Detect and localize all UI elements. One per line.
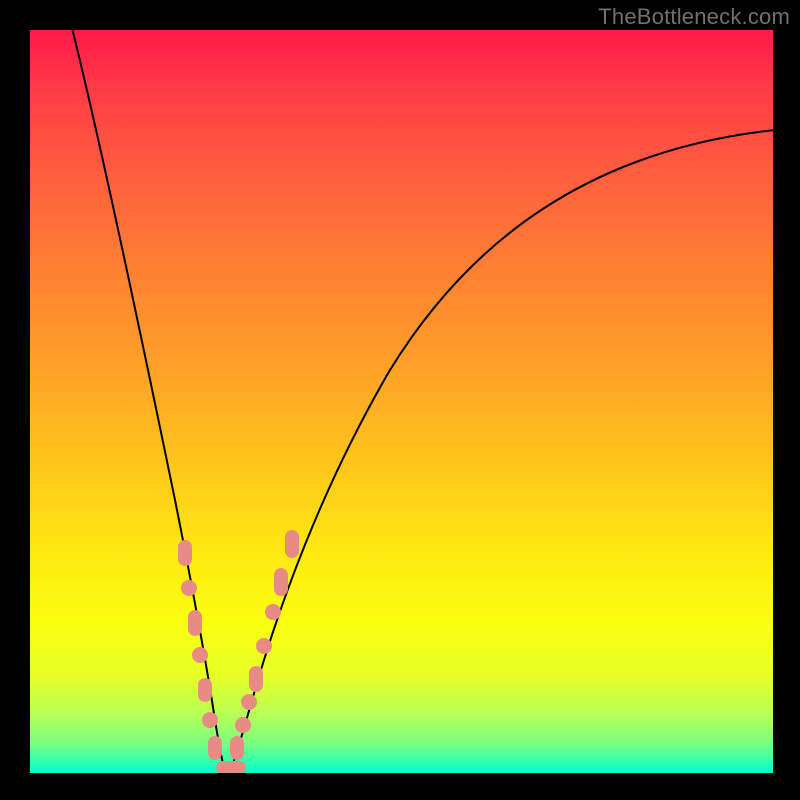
marker-dot <box>202 712 218 728</box>
marker-dot <box>249 666 263 692</box>
marker-dot <box>256 638 272 654</box>
chart-frame: TheBottleneck.com <box>0 0 800 800</box>
marker-dot <box>235 717 251 733</box>
watermark-text: TheBottleneck.com <box>598 4 790 30</box>
marker-dot <box>285 530 299 558</box>
marker-dot <box>192 647 208 663</box>
marker-dot <box>178 540 192 566</box>
marker-dot <box>181 580 197 596</box>
curve-right-branch <box>230 130 773 771</box>
marker-dot <box>274 568 288 596</box>
plot-area <box>30 30 773 773</box>
marker-dot <box>230 736 244 760</box>
marker-dot <box>265 604 281 620</box>
marker-dot <box>208 736 222 760</box>
marker-dot <box>241 694 257 710</box>
chart-svg <box>30 30 773 773</box>
marker-dot <box>216 761 246 773</box>
marker-dot <box>198 678 212 702</box>
marker-dot <box>188 610 202 636</box>
